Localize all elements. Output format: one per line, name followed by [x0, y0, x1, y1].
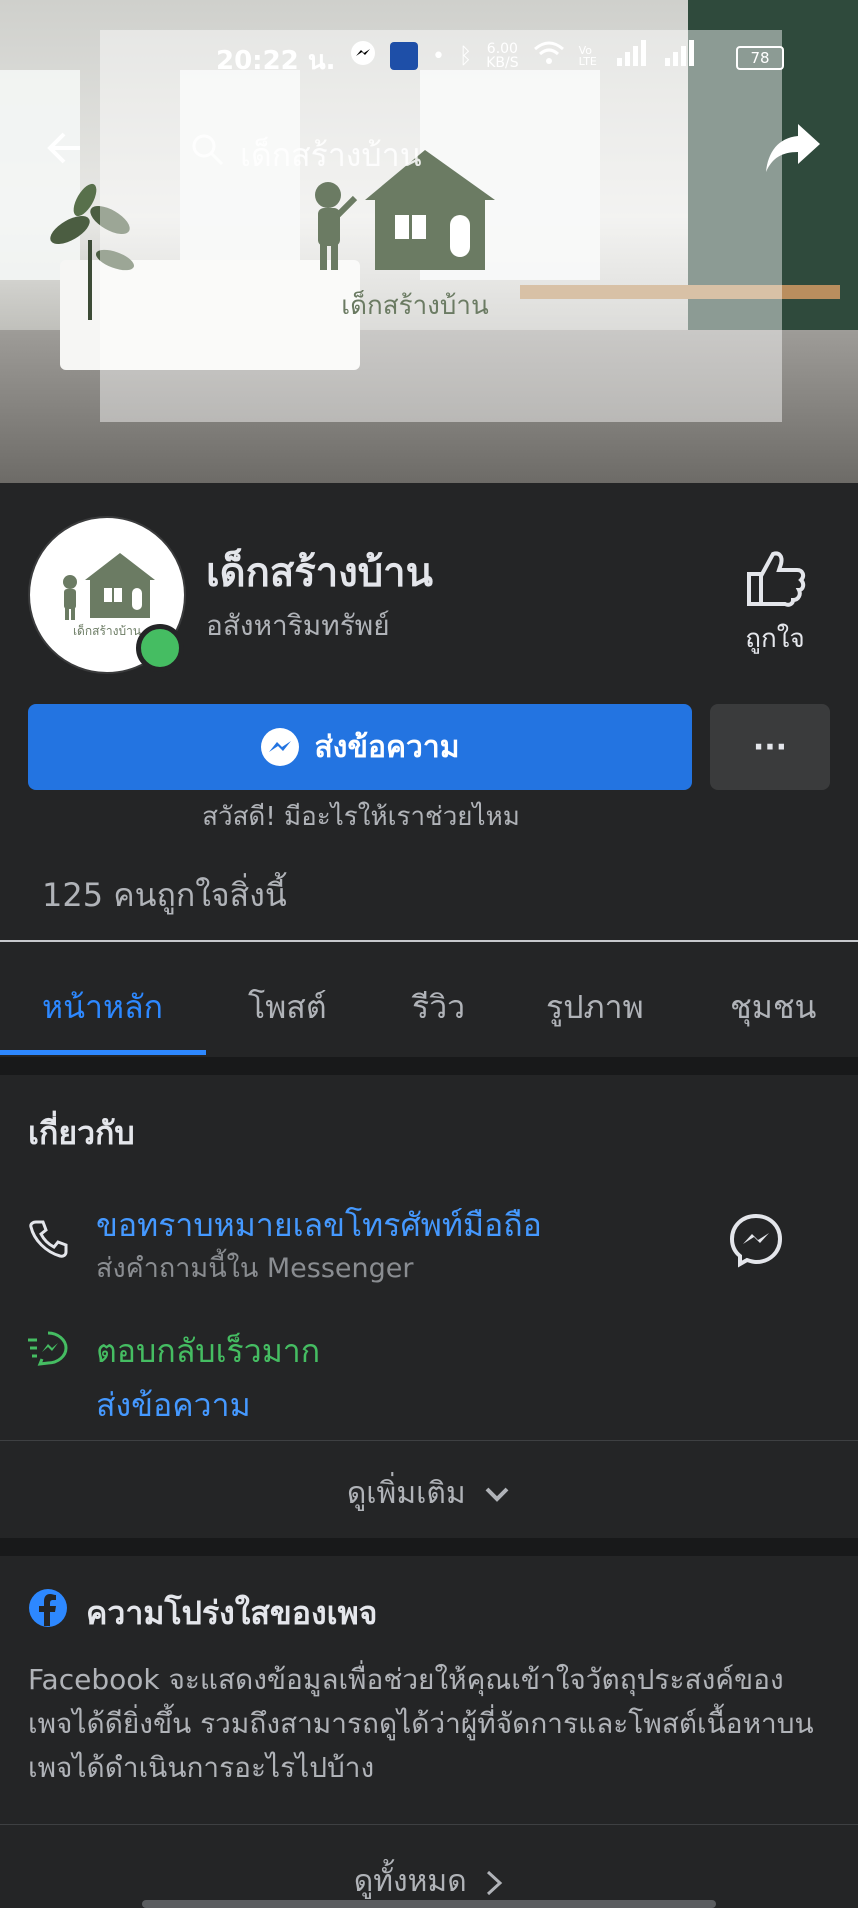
send-message-label: ส่งข้อความ: [314, 729, 460, 765]
messenger-button[interactable]: [728, 1212, 784, 1268]
divider: [0, 1440, 858, 1441]
see-all-label: ดูทั้งหมด: [353, 1864, 467, 1899]
search-icon[interactable]: [190, 132, 226, 172]
section-separator: [0, 1057, 858, 1075]
signal-icon: [615, 40, 649, 72]
see-more-label: ดูเพิ่มเติม: [346, 1476, 466, 1511]
see-more-button[interactable]: ดูเพิ่มเติม: [0, 1470, 858, 1517]
share-button[interactable]: [764, 120, 824, 180]
send-message-button[interactable]: ส่งข้อความ: [28, 704, 692, 790]
section-separator: [0, 1538, 858, 1556]
tab-home[interactable]: หน้าหลัก: [42, 982, 163, 1033]
back-arrow-icon: [47, 132, 80, 164]
about-heading: เกี่ยวกับ: [28, 1114, 135, 1152]
share-arrow-icon: [766, 124, 820, 172]
chevron-right-icon: [487, 1870, 503, 1895]
tab-reviews[interactable]: รีวิว: [412, 982, 465, 1033]
volte-label: Vo LTE: [578, 44, 597, 68]
signal-icon-2: [663, 40, 697, 72]
fast-reply-label: ตอบกลับเร็วมาก: [96, 1332, 321, 1370]
phone-icon: [28, 1218, 68, 1262]
more-options-button[interactable]: ···: [710, 704, 830, 790]
send-message-link[interactable]: ส่งข้อความ: [96, 1380, 251, 1431]
tab-photos[interactable]: รูปภาพ: [546, 982, 644, 1033]
page-title: เด็กสร้างบ้าน: [206, 550, 433, 596]
status-icons: • ᛒ 6.00 KB/S Vo LTE: [350, 40, 697, 72]
dot-icon: •: [432, 43, 445, 69]
facebook-icon: [28, 1588, 68, 1632]
status-time: 20:22 น.: [216, 46, 336, 76]
messenger-notification-icon: [350, 40, 376, 72]
bluetooth-icon: ᛒ: [458, 43, 473, 69]
back-button[interactable]: [44, 130, 84, 170]
messenger-outline-icon: [729, 1213, 783, 1268]
logo-caption: เด็กสร้างบ้าน: [341, 291, 489, 321]
search-field[interactable]: เด็กสร้างบ้าน: [240, 130, 422, 181]
likes-count: 125 คนถูกใจสิ่งนี้: [42, 876, 287, 914]
net-speed-unit: KB/S: [486, 55, 519, 71]
battery-icon: 78: [736, 46, 784, 70]
net-speed: 6.00 KB/S: [486, 42, 518, 70]
tab-posts[interactable]: โพสต์: [248, 982, 327, 1033]
chevron-down-icon: [485, 1487, 509, 1502]
see-all-button[interactable]: ดูทั้งหมด: [0, 1858, 858, 1905]
active-tab-indicator: [0, 1050, 206, 1055]
greeting-text: สวัสดี! มีอะไรให้เราช่วยไหม: [202, 802, 520, 832]
ask-phone-subtitle: ส่งคำถามนี้ใน Messenger: [96, 1253, 414, 1284]
app-notification-icon: [390, 42, 418, 70]
ask-phone-link[interactable]: ขอทราบหมายเลขโทรศัพท์มือถือ: [96, 1200, 542, 1251]
page-category: อสังหาริมทรัพย์: [206, 609, 390, 642]
tab-community[interactable]: ชุมชน: [730, 982, 816, 1033]
fast-reply-icon: [28, 1330, 70, 1370]
status-bar: 20:22 น. • ᛒ 6.00 KB/S Vo LTE 78: [0, 36, 858, 76]
page-tabs: หน้าหลัก โพสต์ รีวิว รูปภาพ ชุมชน: [0, 942, 858, 1056]
transparency-heading: ความโปร่งใสของเพจ: [86, 1594, 378, 1632]
like-label: ถูกใจ: [745, 624, 805, 654]
wifi-icon: [533, 40, 565, 72]
home-indicator: [142, 1900, 716, 1908]
like-button[interactable]: ถูกใจ: [720, 548, 830, 659]
divider: [0, 1824, 858, 1825]
messenger-icon: [261, 728, 300, 766]
thumbs-up-icon: [747, 551, 806, 607]
transparency-body: Facebook จะแสดงข้อมูลเพื่อช่วยให้คุณเข้า…: [28, 1663, 814, 1784]
online-status-dot: [136, 624, 184, 672]
